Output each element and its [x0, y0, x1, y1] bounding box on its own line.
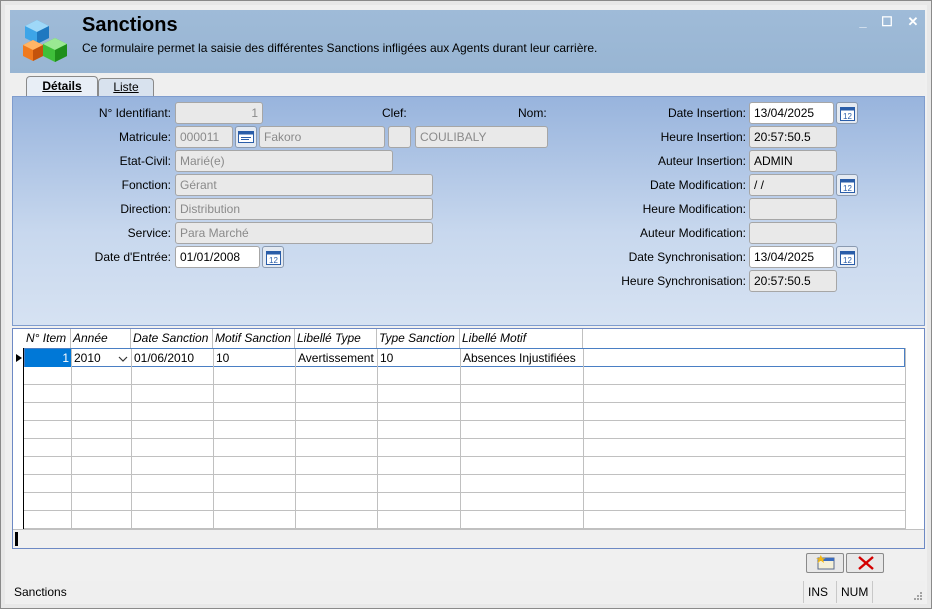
new-record-button[interactable]: [806, 553, 844, 573]
heure-insertion-field[interactable]: 20:57:50.5: [749, 126, 837, 148]
svg-text:12: 12: [843, 256, 852, 265]
tab-details[interactable]: Détails: [26, 76, 98, 96]
clef-field[interactable]: [388, 126, 411, 148]
svg-text:12: 12: [843, 184, 852, 193]
annee-value: 2010: [74, 351, 101, 365]
fonction-label: Fonction:: [121, 178, 171, 192]
date-modification-field[interactable]: / /: [749, 174, 834, 196]
heure-synchronisation-field[interactable]: 20:57:50.5: [749, 270, 837, 292]
etat-civil-label: Etat-Civil:: [119, 154, 171, 168]
id-card-icon: [238, 131, 254, 143]
column-header-date-sanction[interactable]: Date Sanction: [131, 329, 213, 348]
cell-libelle-type[interactable]: Avertissement: [296, 349, 378, 367]
prenom-field[interactable]: Fakoro: [259, 126, 385, 148]
date-insertion-calendar-button[interactable]: 12: [836, 102, 858, 124]
calendar-icon: 12: [840, 251, 855, 265]
minimize-button[interactable]: _: [853, 14, 873, 30]
status-ins: INS: [803, 581, 836, 603]
direction-field[interactable]: Distribution: [175, 198, 433, 220]
grid-header: N° Item Année Date Sanction Motif Sancti…: [13, 329, 924, 348]
cell-annee[interactable]: 2010: [72, 349, 132, 367]
calendar-icon: 12: [840, 179, 855, 193]
delete-record-button[interactable]: [846, 553, 884, 573]
heure-modification-field[interactable]: [749, 198, 837, 220]
etat-civil-field[interactable]: Marié(e): [175, 150, 393, 172]
fonction-field[interactable]: Gérant: [175, 174, 433, 196]
cell-libelle-motif[interactable]: Absences Injustifiées: [461, 349, 584, 367]
resize-grip-icon[interactable]: [913, 591, 923, 601]
matricule-label: Matricule:: [118, 130, 171, 144]
matricule-field[interactable]: 000011: [175, 126, 233, 148]
cell-type-sanction[interactable]: 10: [378, 349, 461, 367]
cubes-icon: [23, 20, 67, 62]
heure-modification-label: Heure Modification:: [642, 202, 746, 216]
status-bar: Sanctions INS NUM: [10, 581, 925, 603]
nom-field[interactable]: COULIBALY: [415, 126, 548, 148]
cell-date-sanction[interactable]: 01/06/2010: [132, 349, 214, 367]
cell-item[interactable]: 1: [25, 349, 72, 367]
page-title: Sanctions: [82, 14, 178, 36]
status-text: Sanctions: [14, 585, 67, 599]
maximize-button[interactable]: ☐: [877, 14, 897, 30]
date-insertion-field[interactable]: 13/04/2025: [749, 102, 834, 124]
calendar-icon: 12: [840, 107, 855, 121]
column-header-libelle-motif[interactable]: Libellé Motif: [460, 329, 583, 348]
date-modification-calendar-button[interactable]: 12: [836, 174, 858, 196]
identifiant-label: N° Identifiant:: [98, 106, 171, 120]
date-entree-calendar-button[interactable]: 12: [262, 246, 284, 268]
date-entree-label: Date d'Entrée:: [94, 250, 171, 264]
agent-lookup-button[interactable]: [235, 126, 257, 148]
table-row[interactable]: 1 2010 01/06/2010 10 Avertissement 10 Ab…: [24, 348, 905, 367]
column-header-type-sanction[interactable]: Type Sanction: [377, 329, 460, 348]
cell-motif-sanction[interactable]: 10: [214, 349, 296, 367]
auteur-insertion-field[interactable]: ADMIN: [749, 150, 837, 172]
row-indicator-column: [13, 348, 24, 548]
date-insertion-label: Date Insertion:: [667, 106, 746, 120]
new-document-icon: [816, 555, 835, 570]
title-bar: Sanctions Ce formulaire permet la saisie…: [10, 10, 925, 73]
auteur-modification-field[interactable]: [749, 222, 837, 244]
column-header-motif-sanction[interactable]: Motif Sanction: [213, 329, 295, 348]
date-synchronisation-field[interactable]: 13/04/2025: [749, 246, 834, 268]
auteur-insertion-label: Auteur Insertion:: [657, 154, 746, 168]
direction-label: Direction:: [120, 202, 171, 216]
sanctions-window: Sanctions Ce formulaire permet la saisie…: [0, 0, 932, 609]
identifiant-field[interactable]: 1: [175, 102, 263, 124]
date-entree-field[interactable]: 01/01/2008: [175, 246, 260, 268]
current-row-arrow-icon: [16, 354, 22, 362]
column-header-libelle-type[interactable]: Libellé Type: [295, 329, 377, 348]
clef-label: Clef:: [382, 106, 407, 120]
date-modification-label: Date Modification:: [649, 178, 746, 192]
grid-footer-row: [13, 529, 924, 548]
service-label: Service:: [127, 226, 171, 240]
tab-bar: Détails Liste: [10, 73, 925, 96]
column-header-annee[interactable]: Année: [71, 329, 131, 348]
service-field[interactable]: Para Marché: [175, 222, 433, 244]
date-synchronisation-calendar-button[interactable]: 12: [836, 246, 858, 268]
column-header-item[interactable]: N° Item: [24, 329, 71, 348]
delete-x-icon: [858, 556, 874, 570]
heure-insertion-label: Heure Insertion:: [660, 130, 746, 144]
date-synchronisation-label: Date Synchronisation:: [628, 250, 746, 264]
heure-synchronisation-label: Heure Synchronisation:: [621, 274, 746, 288]
grid-corner: [13, 329, 24, 348]
auteur-modification-label: Auteur Modification:: [639, 226, 746, 240]
close-button[interactable]: ✕: [903, 14, 923, 30]
svg-text:12: 12: [843, 112, 852, 121]
sanctions-grid: N° Item Année Date Sanction Motif Sancti…: [12, 328, 925, 549]
details-form: N° Identifiant: 1 Clef: Nom: Matricule: …: [12, 96, 925, 326]
chevron-down-icon[interactable]: [118, 356, 128, 362]
svg-text:12: 12: [269, 256, 278, 265]
page-description: Ce formulaire permet la saisie des diffé…: [82, 41, 598, 55]
calendar-icon: 12: [266, 251, 281, 265]
tab-liste[interactable]: Liste: [98, 78, 154, 96]
nom-label: Nom:: [518, 106, 547, 120]
status-num: NUM: [836, 581, 872, 603]
